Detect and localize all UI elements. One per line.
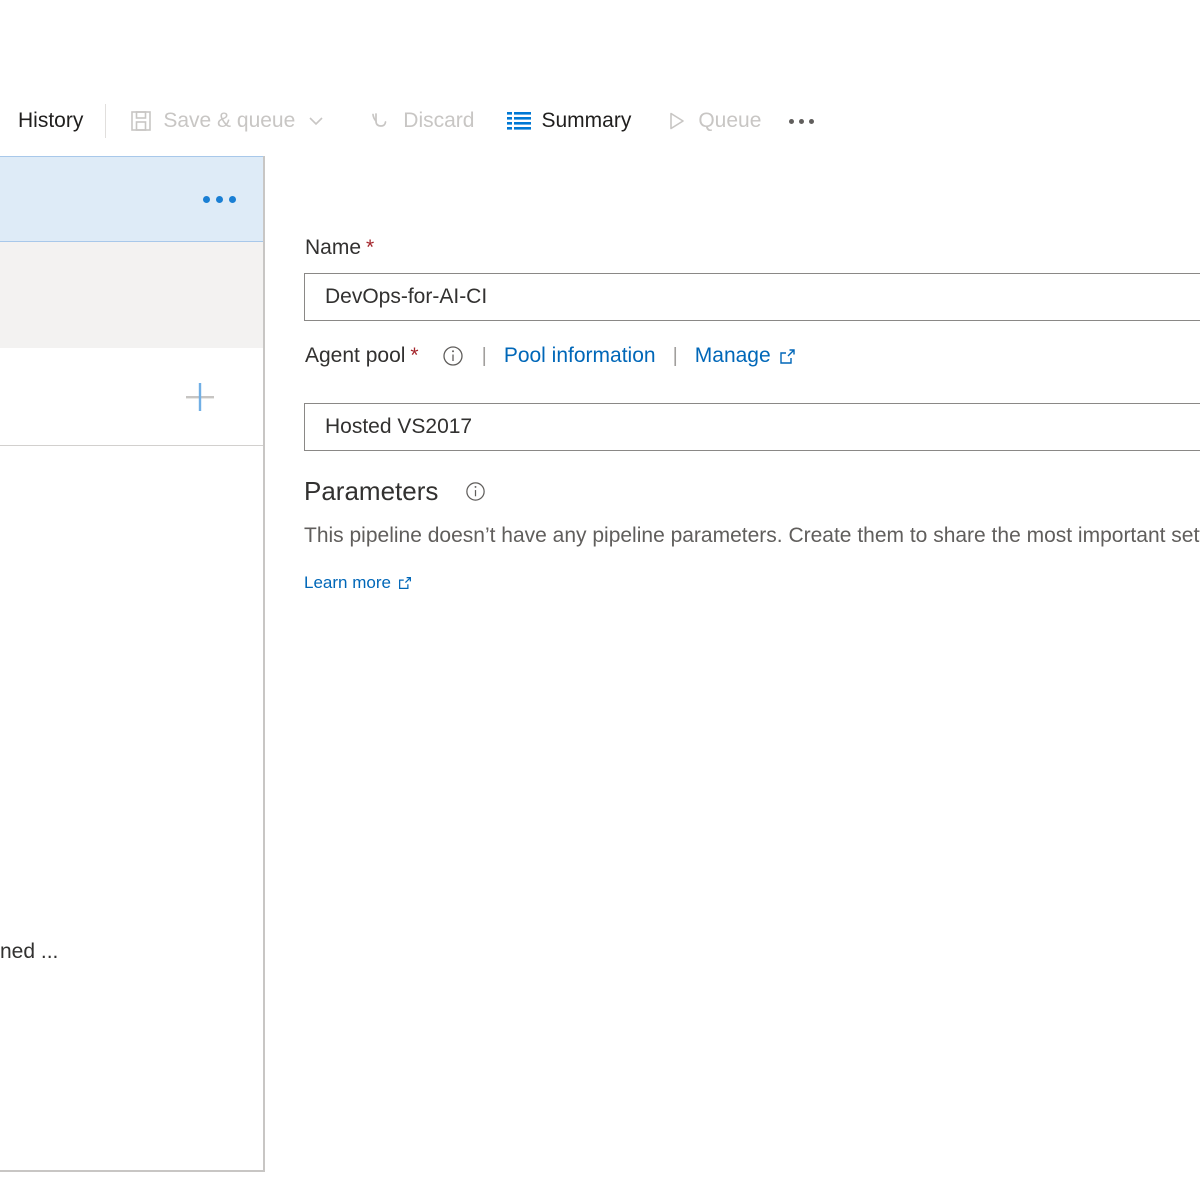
- toolbar-overflow-button[interactable]: [775, 118, 828, 124]
- sidebar-item-overflow-button[interactable]: [203, 195, 236, 203]
- name-label-text: Name: [305, 236, 362, 259]
- toolbar-divider: [105, 104, 107, 138]
- info-icon[interactable]: [464, 480, 487, 503]
- tab-summary-label: Summary: [541, 109, 632, 132]
- sidebar-item-label-clipped-1: ned ...: [0, 940, 59, 963]
- external-link-icon: [398, 576, 412, 590]
- agent-pool-label: Agent pool * | Pool information | Manage: [305, 344, 796, 368]
- pipeline-tasks-sidebar: ned ... ory): [0, 156, 265, 1172]
- ellipsis-icon-dot: [203, 195, 210, 203]
- discard-button[interactable]: Discard: [360, 98, 482, 144]
- pipeline-settings-panel: Name * Agent pool * | Pool information |…: [267, 156, 1200, 1200]
- name-required-marker: *: [366, 236, 375, 259]
- ellipsis-icon-dot: [216, 195, 223, 203]
- agent-pool-label-text: Agent pool: [305, 344, 406, 367]
- learn-more-label: Learn more: [304, 573, 391, 592]
- chevron-down-icon[interactable]: [306, 111, 326, 131]
- pool-information-link[interactable]: Pool information: [504, 344, 656, 368]
- save-and-queue-button[interactable]: Save & queue: [120, 98, 334, 144]
- list-icon: [506, 108, 532, 134]
- parameters-description: This pipeline doesn’t have any pipeline …: [304, 524, 1200, 547]
- ellipsis-icon-dot: [229, 195, 236, 203]
- ellipsis-icon-dot: [799, 118, 805, 124]
- parameters-heading-text: Parameters: [304, 476, 439, 506]
- sidebar-section-band: [0, 242, 263, 348]
- agent-pool-select[interactable]: [304, 403, 1200, 451]
- separator-2: |: [672, 344, 678, 367]
- sidebar-item-selected[interactable]: [0, 156, 263, 242]
- agent-pool-required-marker: *: [410, 344, 419, 367]
- name-input[interactable]: [304, 273, 1200, 321]
- tab-history-label: History: [18, 109, 84, 132]
- save-icon: [128, 108, 154, 134]
- info-icon[interactable]: [441, 344, 465, 368]
- ellipsis-icon-dot: [789, 118, 795, 124]
- external-link-icon: [779, 348, 796, 365]
- learn-more-link[interactable]: Learn more: [304, 573, 412, 593]
- command-toolbar: History Save & queue Discard Summary Que…: [0, 96, 1200, 146]
- play-icon: [663, 108, 689, 134]
- ellipsis-icon-dot: [809, 118, 815, 124]
- sidebar-add-row[interactable]: [0, 348, 263, 446]
- name-label: Name *: [305, 236, 374, 260]
- tab-summary[interactable]: Summary: [498, 98, 639, 144]
- pool-information-link-label: Pool information: [503, 344, 656, 367]
- save-and-queue-label: Save & queue: [163, 109, 296, 132]
- undo-icon: [368, 108, 394, 134]
- queue-button[interactable]: Queue: [655, 98, 769, 144]
- queue-label: Queue: [698, 109, 762, 132]
- manage-link-label: Manage: [694, 344, 771, 367]
- add-icon[interactable]: [183, 380, 217, 414]
- separator-1: |: [481, 344, 487, 367]
- parameters-heading: Parameters: [304, 476, 487, 507]
- tab-history[interactable]: History: [0, 98, 99, 144]
- manage-link[interactable]: Manage: [695, 344, 796, 368]
- discard-label: Discard: [403, 109, 475, 132]
